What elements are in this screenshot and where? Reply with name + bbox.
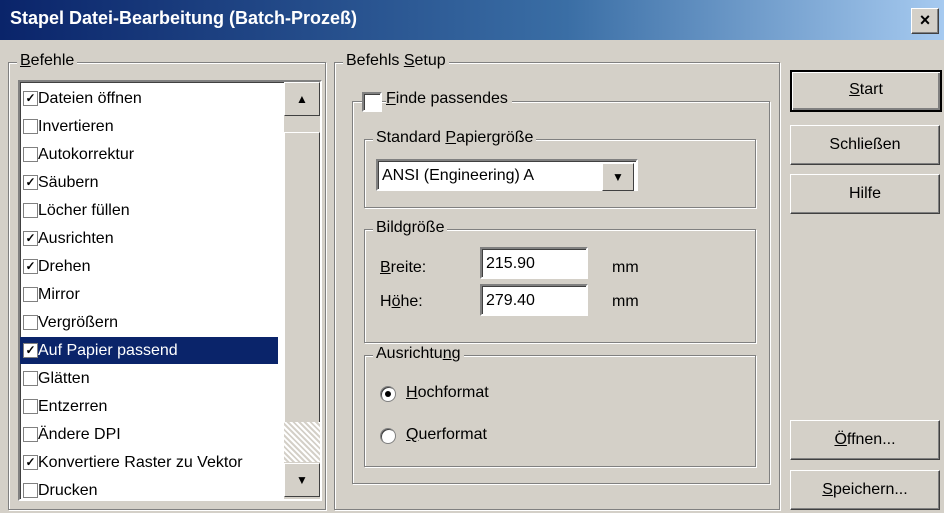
querformat-radio[interactable] xyxy=(380,428,396,444)
befehle-label-mnemonic: B xyxy=(20,52,31,69)
breite-input[interactable]: 215.90 xyxy=(480,247,588,279)
start-button[interactable]: Start xyxy=(790,70,942,112)
hoehe-unit: mm xyxy=(612,293,639,310)
window-title: Stapel Datei-Bearbeitung (Batch-Prozeß) xyxy=(10,8,358,28)
list-item-checkbox[interactable] xyxy=(23,371,38,386)
ausrichtung-group: Ausrichtung xyxy=(364,345,756,467)
list-item-checkbox[interactable]: ✓ xyxy=(23,91,38,106)
list-item-checkbox[interactable] xyxy=(23,399,38,414)
hoehe-input[interactable]: 279.40 xyxy=(480,284,588,316)
finde-passendes-checkbox[interactable] xyxy=(362,92,382,112)
list-item-checkbox[interactable] xyxy=(23,203,38,218)
list-item[interactable]: ✓ Dateien öffnen xyxy=(20,85,278,112)
list-item[interactable]: Vergrößern xyxy=(20,309,278,336)
list-item[interactable]: ✓ Drehen xyxy=(20,253,278,280)
list-item-checkbox[interactable]: ✓ xyxy=(23,259,38,274)
list-item-label: Drehen xyxy=(38,258,91,275)
list-item[interactable]: Mirror xyxy=(20,281,278,308)
list-item[interactable]: ✓ Ausrichten xyxy=(20,225,278,252)
list-item[interactable]: ✓ Säubern xyxy=(20,169,278,196)
list-item-label: Ändere DPI xyxy=(38,426,121,443)
hochformat-label[interactable]: Hochformat xyxy=(406,384,489,402)
list-item-label: Invertieren xyxy=(38,118,114,135)
papiergroesse-group-label: Standard Papiergröße xyxy=(373,129,537,147)
breite-unit: mm xyxy=(612,259,639,276)
oeffnen-button[interactable]: Öffnen... xyxy=(790,420,940,460)
list-item-label: Glätten xyxy=(38,370,90,387)
list-item[interactable]: Drucken xyxy=(20,477,278,499)
commands-listbox[interactable]: ✓ Dateien öffnen Invertieren Autokorrektur ✓… xyxy=(18,80,322,501)
querformat-label[interactable]: Querformat xyxy=(406,426,487,444)
list-item[interactable]: Entzerren xyxy=(20,393,278,420)
finde-passendes-label[interactable]: Finde passendes xyxy=(386,90,512,108)
hilfe-button[interactable]: Hilfe xyxy=(790,174,940,214)
schliessen-button[interactable]: Schließen xyxy=(790,125,940,165)
list-item-label: Dateien öffnen xyxy=(38,90,142,107)
list-item[interactable]: ✓ Auf Papier passend xyxy=(20,337,278,364)
list-item-label: Auf Papier passend xyxy=(38,342,178,359)
list-item-checkbox[interactable] xyxy=(23,119,38,134)
speichern-button[interactable]: Speichern... xyxy=(790,470,940,510)
list-item-label: Entzerren xyxy=(38,398,108,415)
hochformat-radio[interactable] xyxy=(380,386,396,402)
list-item-label: Autokorrektur xyxy=(38,146,135,163)
list-item-label: Ausrichten xyxy=(38,230,114,247)
list-item[interactable]: Invertieren xyxy=(20,113,278,140)
list-item-checkbox[interactable] xyxy=(23,483,38,498)
list-item-checkbox[interactable]: ✓ xyxy=(23,175,38,190)
befehls-setup-group-label: Befehls Setup xyxy=(343,52,449,70)
list-item-label: Säubern xyxy=(38,174,99,191)
scroll-thumb[interactable] xyxy=(284,132,320,454)
list-item-checkbox[interactable]: ✓ xyxy=(23,343,38,358)
close-button[interactable]: × xyxy=(911,8,939,34)
scroll-down-button[interactable]: ▼ xyxy=(284,463,320,497)
list-item-checkbox[interactable]: ✓ xyxy=(23,231,38,246)
list-item-checkbox[interactable] xyxy=(23,427,38,442)
list-item-label: Vergrößern xyxy=(38,314,119,331)
list-item[interactable]: Löcher füllen xyxy=(20,197,278,224)
list-item-checkbox[interactable] xyxy=(23,287,38,302)
list-item-checkbox[interactable] xyxy=(23,315,38,330)
list-item-label: Löcher füllen xyxy=(38,202,130,219)
scroll-track[interactable] xyxy=(284,422,320,462)
list-item-checkbox[interactable] xyxy=(23,147,38,162)
list-item[interactable]: Glätten xyxy=(20,365,278,392)
hoehe-label: Höhe: xyxy=(380,293,423,310)
papiergroesse-combobox[interactable]: ANSI (Engineering) A ▼ xyxy=(376,159,638,191)
commands-scrollbar[interactable]: ▲ ▼ xyxy=(284,82,320,499)
breite-label: Breite: xyxy=(380,259,427,276)
list-item[interactable]: ✓ Konvertiere Raster zu Vektor xyxy=(20,449,278,476)
radio-dot xyxy=(385,391,391,397)
bildgroesse-group-label: Bildgröße xyxy=(373,219,448,237)
befehle-group-label: Befehle xyxy=(17,52,78,70)
title-bar: Stapel Datei-Bearbeitung (Batch-Prozeß) … xyxy=(0,0,944,40)
list-item-label: Mirror xyxy=(38,286,80,303)
list-item-label: Konvertiere Raster zu Vektor xyxy=(38,454,243,471)
list-item[interactable]: Autokorrektur xyxy=(20,141,278,168)
ausrichtung-group-label: Ausrichtung xyxy=(373,345,464,363)
list-item[interactable]: Ändere DPI xyxy=(20,421,278,448)
chevron-down-icon[interactable]: ▼ xyxy=(602,163,634,191)
papiergroesse-value: ANSI (Engineering) A xyxy=(382,167,535,184)
scroll-up-button[interactable]: ▲ xyxy=(284,82,320,116)
list-item-label: Drucken xyxy=(38,482,98,499)
list-item-checkbox[interactable]: ✓ xyxy=(23,455,38,470)
